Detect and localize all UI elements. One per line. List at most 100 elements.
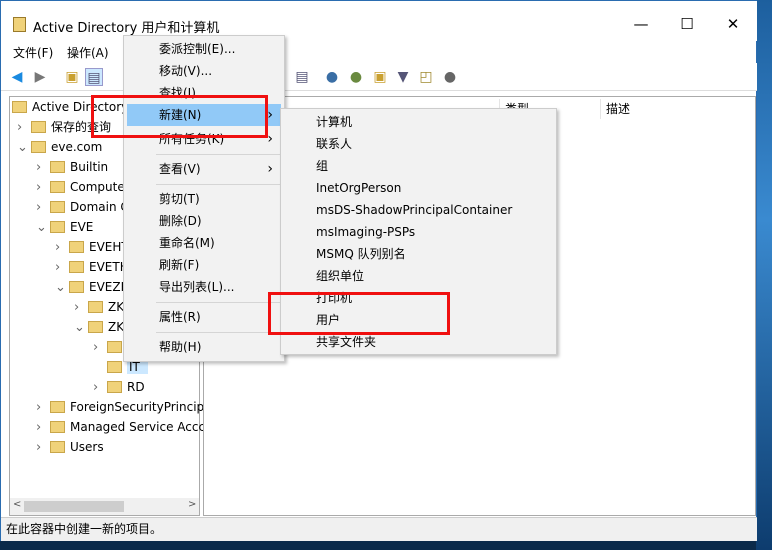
menu-separator: [156, 332, 281, 333]
tree-item[interactable]: › RD: [93, 377, 145, 397]
collapse-chevron-icon[interactable]: ⌄: [74, 318, 88, 338]
context-menu-item[interactable]: 委派控制(E)...: [127, 38, 281, 60]
expand-chevron-icon[interactable]: ›: [36, 438, 50, 458]
menu-separator: [156, 302, 281, 303]
new-group-icon[interactable]: ●: [347, 68, 365, 86]
submenu-item[interactable]: 计算机: [284, 111, 553, 133]
context-menu-item[interactable]: 移动(V)...: [127, 60, 281, 82]
submenu-item[interactable]: msImaging-PSPs: [284, 221, 553, 243]
menu-bar: 文件(F) 操作(A): [1, 41, 757, 63]
expand-chevron-icon[interactable]: ›: [93, 338, 107, 358]
submenu-item[interactable]: InetOrgPerson: [284, 177, 553, 199]
context-menu-item[interactable]: 刷新(F): [127, 254, 281, 276]
folder-icon: [50, 441, 65, 453]
expand-chevron-icon[interactable]: ›: [93, 378, 107, 398]
folder-icon: [50, 201, 65, 213]
tree-item[interactable]: › Managed Service Accc: [36, 417, 205, 437]
tree-item[interactable]: › ZK-: [74, 297, 127, 317]
context-menu-item[interactable]: 重命名(M): [127, 232, 281, 254]
forward-arrow-icon[interactable]: ▶: [31, 68, 49, 86]
tree-item[interactable]: › ForeignSecurityPrincipa: [36, 397, 212, 417]
folder-icon: [88, 301, 103, 313]
annotation-box-user: [268, 292, 450, 335]
tree-item[interactable]: ⌄ ZK-: [74, 317, 127, 337]
expand-chevron-icon[interactable]: ›: [74, 298, 88, 318]
scroll-thumb[interactable]: [24, 501, 124, 512]
expand-chevron-icon[interactable]: ›: [36, 158, 50, 178]
context-menu: 委派控制(E)... 移动(V)... 查找(I)... 新建(N) › 所有任务(K) ›…: [123, 35, 285, 362]
tree-item[interactable]: › Users: [36, 437, 104, 457]
window-title: Active Directory 用户和计算机: [33, 21, 220, 36]
scroll-left-icon[interactable]: <: [13, 499, 21, 510]
toolbar: ◀ ▶ ▣ ▤ ▤ ● ● ▣ ▼ ◰ ●: [1, 63, 757, 91]
menu-item-label: 导出列表(L)...: [159, 280, 235, 294]
menu-item-label: 重命名(M): [159, 236, 215, 250]
context-menu-item[interactable]: 剪切(T): [127, 188, 281, 210]
expand-chevron-icon[interactable]: ›: [17, 118, 31, 138]
column-header-description[interactable]: 描述: [600, 99, 750, 119]
menu-separator: [156, 154, 281, 155]
tree-item[interactable]: ⌄ EVEZK: [55, 277, 128, 297]
submenu-item[interactable]: MSMQ 队列别名: [284, 243, 553, 265]
submenu-arrow-icon: ›: [267, 161, 273, 177]
context-menu-item[interactable]: 帮助(H): [127, 336, 281, 358]
context-menu-item[interactable]: 属性(R): [127, 306, 281, 328]
tree-item[interactable]: › EVEHT: [55, 237, 129, 257]
context-menu-item[interactable]: 删除(D): [127, 210, 281, 232]
close-button[interactable]: ✕: [710, 9, 756, 39]
folder-icon: [107, 381, 122, 393]
tree-item-label: Computer: [70, 180, 130, 194]
menu-item-label: 移动(V)...: [159, 64, 213, 78]
expand-chevron-icon[interactable]: ›: [36, 198, 50, 218]
tree-item-label: RD: [127, 380, 145, 394]
submenu-arrow-icon: ›: [267, 107, 273, 123]
expand-chevron-icon[interactable]: ›: [55, 238, 69, 258]
tree-item-label: Domain C: [70, 200, 129, 214]
tree-item[interactable]: ⌄ eve.com: [17, 137, 102, 157]
new-user-icon[interactable]: ●: [323, 68, 341, 86]
submenu-item[interactable]: msDS-ShadowPrincipalContainer: [284, 199, 553, 221]
scroll-right-icon[interactable]: >: [188, 499, 196, 510]
submenu-item[interactable]: 组织单位: [284, 265, 553, 287]
tree-item-label: EVE: [70, 220, 94, 234]
submenu-item[interactable]: 组: [284, 155, 553, 177]
show-tree-icon[interactable]: ▤: [85, 68, 103, 86]
expand-chevron-icon[interactable]: ›: [36, 398, 50, 418]
show-action-pane-icon[interactable]: ▤: [293, 68, 311, 86]
expand-chevron-icon[interactable]: ›: [55, 258, 69, 278]
menu-item-label: 帮助(H): [159, 340, 202, 354]
collapse-chevron-icon[interactable]: ⌄: [17, 138, 31, 158]
tree-item[interactable]: › EVETH: [55, 257, 129, 277]
submenu-item[interactable]: 联系人: [284, 133, 553, 155]
expand-chevron-icon[interactable]: ›: [36, 178, 50, 198]
menu-item-label: 剪切(T): [159, 192, 200, 206]
tree-horizontal-scrollbar[interactable]: < >: [10, 498, 199, 515]
tree-item[interactable]: › Domain C: [36, 197, 129, 217]
expand-chevron-icon[interactable]: ›: [36, 418, 50, 438]
context-menu-item[interactable]: 查看(V) ›: [127, 158, 281, 180]
new-ou-icon[interactable]: ▣: [371, 68, 389, 86]
folder-icon: [107, 341, 122, 353]
up-folder-icon[interactable]: ▣: [63, 68, 81, 86]
desktop-background: [756, 0, 772, 550]
menu-action[interactable]: 操作(A): [67, 44, 109, 61]
tree-item[interactable]: ⌄ EVE: [36, 217, 93, 237]
tree-item[interactable]: › Builtin: [36, 157, 108, 177]
delegate-icon[interactable]: ●: [441, 68, 459, 86]
collapse-chevron-icon[interactable]: ⌄: [36, 218, 50, 238]
menu-file[interactable]: 文件(F): [13, 44, 53, 61]
minimize-button[interactable]: —: [618, 9, 664, 39]
find-icon[interactable]: ◰: [417, 68, 435, 86]
menu-item-label: 委派控制(E)...: [159, 42, 236, 56]
tree-item[interactable]: ›: [93, 337, 127, 357]
menu-separator: [156, 184, 281, 185]
tree-item[interactable]: › Computer: [36, 177, 130, 197]
folder-icon: [50, 161, 65, 173]
maximize-button[interactable]: ☐: [664, 9, 710, 39]
tree-item-label: Managed Service Accc: [70, 420, 206, 434]
collapse-chevron-icon[interactable]: ⌄: [55, 278, 69, 298]
folder-icon: [50, 401, 65, 413]
context-menu-item[interactable]: 导出列表(L)...: [127, 276, 281, 298]
filter-icon[interactable]: ▼: [394, 68, 412, 86]
back-arrow-icon[interactable]: ◀: [8, 68, 26, 86]
